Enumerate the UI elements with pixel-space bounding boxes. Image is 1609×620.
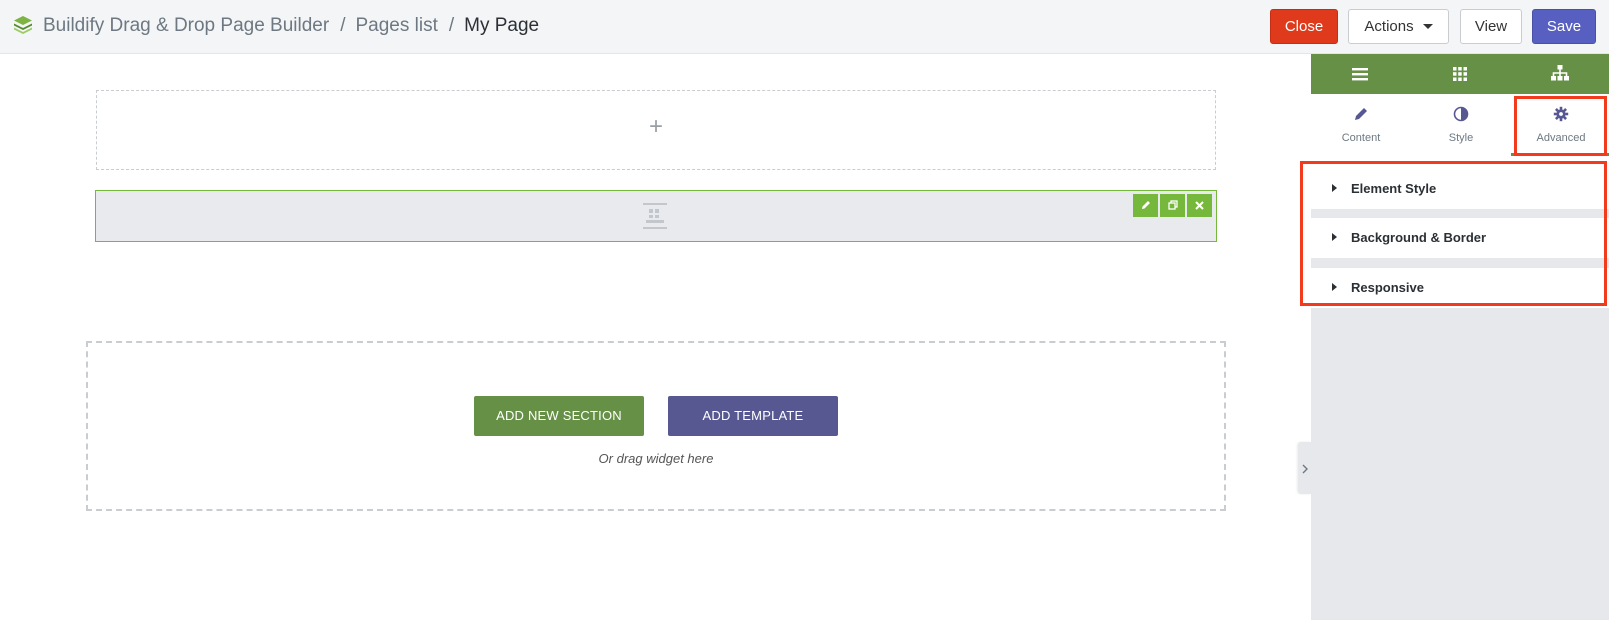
breadcrumb-separator: /	[448, 15, 455, 36]
edit-section-button[interactable]	[1133, 194, 1158, 217]
save-button[interactable]: Save	[1532, 9, 1596, 44]
chevron-right-icon	[1302, 464, 1308, 474]
close-icon	[1195, 200, 1204, 210]
drag-widget-hint: Or drag widget here	[598, 451, 714, 466]
breadcrumb-current-page: My Page	[464, 15, 540, 36]
add-template-button[interactable]: ADD TEMPLATE	[668, 396, 838, 436]
caret-down-icon	[1422, 23, 1433, 29]
actions-label: Actions	[1364, 18, 1414, 35]
logo-icon	[14, 16, 32, 34]
duplicate-section-button[interactable]	[1160, 194, 1185, 217]
close-button[interactable]: Close	[1270, 9, 1338, 44]
grid-icon[interactable]	[1450, 64, 1470, 84]
tab-style-label: Style	[1448, 132, 1474, 144]
panel-header	[1311, 54, 1609, 94]
sitemap-icon[interactable]	[1550, 64, 1570, 84]
breadcrumb-separator: /	[340, 15, 346, 36]
section-placeholder-icon	[643, 203, 667, 229]
selected-section[interactable]	[95, 190, 1217, 242]
delete-section-button[interactable]	[1187, 194, 1212, 217]
pencil-icon	[1141, 201, 1150, 210]
menu-icon[interactable]	[1350, 64, 1370, 84]
actions-dropdown-button[interactable]: Actions	[1348, 9, 1449, 44]
panel-collapse-toggle[interactable]	[1298, 442, 1311, 494]
section-toolbar	[1133, 194, 1212, 217]
highlight-box	[1300, 161, 1607, 306]
tab-content[interactable]: Content	[1311, 94, 1411, 156]
breadcrumb: Buildify Drag & Drop Page Builder / Pages …	[43, 14, 539, 38]
view-button[interactable]: View	[1460, 9, 1522, 44]
tab-content-label: Content	[1341, 132, 1381, 144]
half-circle-icon	[1453, 106, 1469, 122]
add-new-section-button[interactable]: ADD NEW SECTION	[474, 396, 644, 436]
tab-style[interactable]: Style	[1411, 94, 1511, 156]
highlight-box	[1514, 96, 1607, 156]
breadcrumb-app[interactable]: Buildify Drag & Drop Page Builder	[43, 15, 329, 36]
copy-icon	[1167, 200, 1178, 210]
add-section-dropzone[interactable]: +	[96, 90, 1216, 170]
plus-icon[interactable]: +	[97, 115, 1215, 139]
add-widget-dropzone[interactable]	[86, 341, 1226, 511]
top-bar: Buildify Drag & Drop Page Builder / Pages …	[0, 0, 1609, 54]
breadcrumb-pages-list[interactable]: Pages list	[355, 15, 437, 36]
pencil-icon	[1355, 108, 1367, 120]
